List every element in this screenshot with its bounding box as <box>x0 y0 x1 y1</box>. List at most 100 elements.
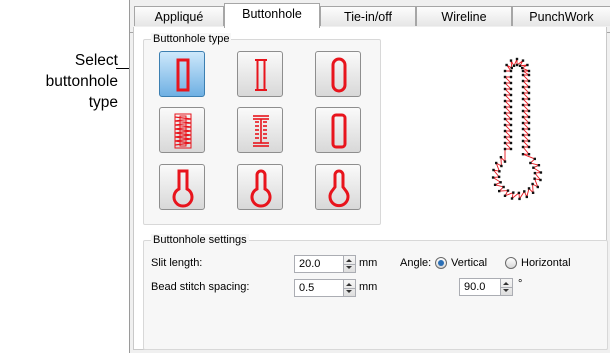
buttonhole-type-keyhole-taper-button[interactable] <box>315 164 361 210</box>
horizontal-radio-label[interactable]: Horizontal <box>521 257 571 269</box>
preview-needle-point <box>521 69 525 73</box>
preview-needle-point <box>527 69 531 73</box>
preview-needle-point <box>536 185 539 189</box>
preview-needle-point <box>512 191 515 194</box>
preview-needle-point <box>521 139 525 143</box>
tab-bar: Appliqué Buttonhole Tie-in/off Wireline … <box>130 3 610 33</box>
zigzag-bar-icon <box>174 113 192 149</box>
slit-length-unit: mm <box>359 257 378 269</box>
buttonhole-type-zigzag-button[interactable] <box>159 107 205 153</box>
preview-needle-point <box>510 66 513 70</box>
preview-needle-point <box>527 73 531 77</box>
bead-spacing-input[interactable]: 0.5 <box>294 279 344 297</box>
angle-spinner[interactable] <box>500 278 513 296</box>
preview-needle-point <box>533 157 536 161</box>
preview-needle-point <box>527 187 531 190</box>
preview-needle-point <box>521 97 525 101</box>
preview-needle-point <box>498 170 501 173</box>
preview-needle-point <box>533 177 536 180</box>
slit-length-spinner[interactable] <box>343 255 356 273</box>
buttonhole-preview <box>491 57 543 201</box>
preview-needle-point <box>503 194 507 197</box>
preview-needle-point <box>521 85 525 89</box>
preview-needle-point <box>532 166 535 169</box>
buttonhole-type-thin-button[interactable] <box>237 51 283 97</box>
bead-spacing-spinner[interactable] <box>343 279 356 297</box>
preview-needle-point <box>509 135 513 139</box>
tab-tie-in-off[interactable]: Tie-in/off <box>320 6 416 26</box>
vertical-radio-label[interactable]: Vertical <box>451 257 487 269</box>
callout-line-1: Select <box>74 52 118 69</box>
preview-needle-point <box>509 147 513 151</box>
preview-needle-point <box>512 64 516 67</box>
preview-needle-point <box>509 105 513 109</box>
preview-needle-point <box>527 127 531 131</box>
angle-input[interactable]: 90.0 <box>459 278 501 296</box>
preview-needle-point <box>527 139 531 143</box>
preview-needle-point <box>527 109 531 113</box>
buttonhole-type-keyhole-square-button[interactable] <box>159 164 205 210</box>
tab-applique[interactable]: Appliqué <box>134 6 224 26</box>
slit-length-input[interactable]: 20.0 <box>294 255 344 273</box>
preview-needle-point <box>527 79 531 83</box>
preview-needle-point <box>509 93 513 97</box>
keyhole-round-icon <box>250 169 272 208</box>
straight-bar-icon <box>176 58 190 92</box>
preview-needle-point <box>493 183 497 186</box>
buttonhole-type-keyhole-round-button[interactable] <box>237 164 283 210</box>
thin-bar-icon <box>255 59 267 91</box>
preview-needle-point <box>521 115 525 119</box>
tab-buttonhole[interactable]: Buttonhole <box>224 3 320 28</box>
bead-spacing-unit: mm <box>359 281 378 293</box>
preview-needle-point <box>527 85 531 89</box>
preview-needle-point <box>527 145 531 149</box>
preview-needle-point <box>521 73 525 77</box>
preview-needle-point <box>509 129 513 133</box>
preview-needle-point <box>499 156 503 159</box>
preview-needle-point <box>503 99 507 103</box>
slit-length-label: Slit length: <box>151 257 203 269</box>
vertical-radio[interactable] <box>435 257 447 269</box>
bartack-bar-icon <box>253 115 269 147</box>
preview-needle-point <box>503 111 507 115</box>
preview-needle-point <box>499 181 502 184</box>
preview-needle-point <box>509 69 513 73</box>
preview-needle-point <box>531 191 535 194</box>
preview-needle-point <box>521 121 525 125</box>
preview-needle-point <box>521 59 525 62</box>
tab-panel: Buttonhole type Buttonhole settings Slit… <box>133 27 608 350</box>
preview-needle-point <box>521 127 525 131</box>
tab-punchwork[interactable]: PunchWork <box>512 6 610 26</box>
rounded-bar-icon <box>331 57 347 93</box>
preview-needle-point <box>503 81 507 85</box>
preview-needle-point <box>509 141 513 145</box>
buttonhole-settings-label: Buttonhole settings <box>151 234 249 246</box>
preview-needle-point <box>521 145 525 149</box>
preview-needle-point <box>521 109 525 113</box>
preview-needle-point <box>503 117 507 121</box>
buttonhole-type-straight-button[interactable] <box>159 51 205 97</box>
preview-needle-point <box>509 59 513 62</box>
bead-spacing-label: Bead stitch spacing: <box>151 281 250 293</box>
buttonhole-type-rounded-button[interactable] <box>315 51 361 97</box>
tab-wireline[interactable]: Wireline <box>416 6 512 26</box>
callout-line-2: buttonhole <box>45 73 118 90</box>
preview-needle-point <box>518 64 522 67</box>
horizontal-radio[interactable] <box>505 257 517 269</box>
callout-line-3: type <box>88 94 118 111</box>
preview-needle-point <box>510 197 514 200</box>
preview-needle-point <box>503 123 507 127</box>
preview-needle-point <box>539 178 542 182</box>
preview-needle-point <box>515 63 519 67</box>
buttonhole-type-oval-button[interactable] <box>315 107 361 153</box>
preview-needle-point <box>509 117 513 121</box>
preview-needle-point <box>503 135 507 139</box>
preview-needle-point <box>503 129 507 133</box>
keyhole-taper-icon <box>328 169 350 208</box>
buttonhole-type-bartack-button[interactable] <box>237 107 283 153</box>
preview-needle-point <box>500 164 503 168</box>
preview-needle-point <box>503 93 507 97</box>
preview-needle-point <box>527 97 531 101</box>
preview-needle-point <box>521 103 525 107</box>
preview-needle-point <box>531 182 534 186</box>
